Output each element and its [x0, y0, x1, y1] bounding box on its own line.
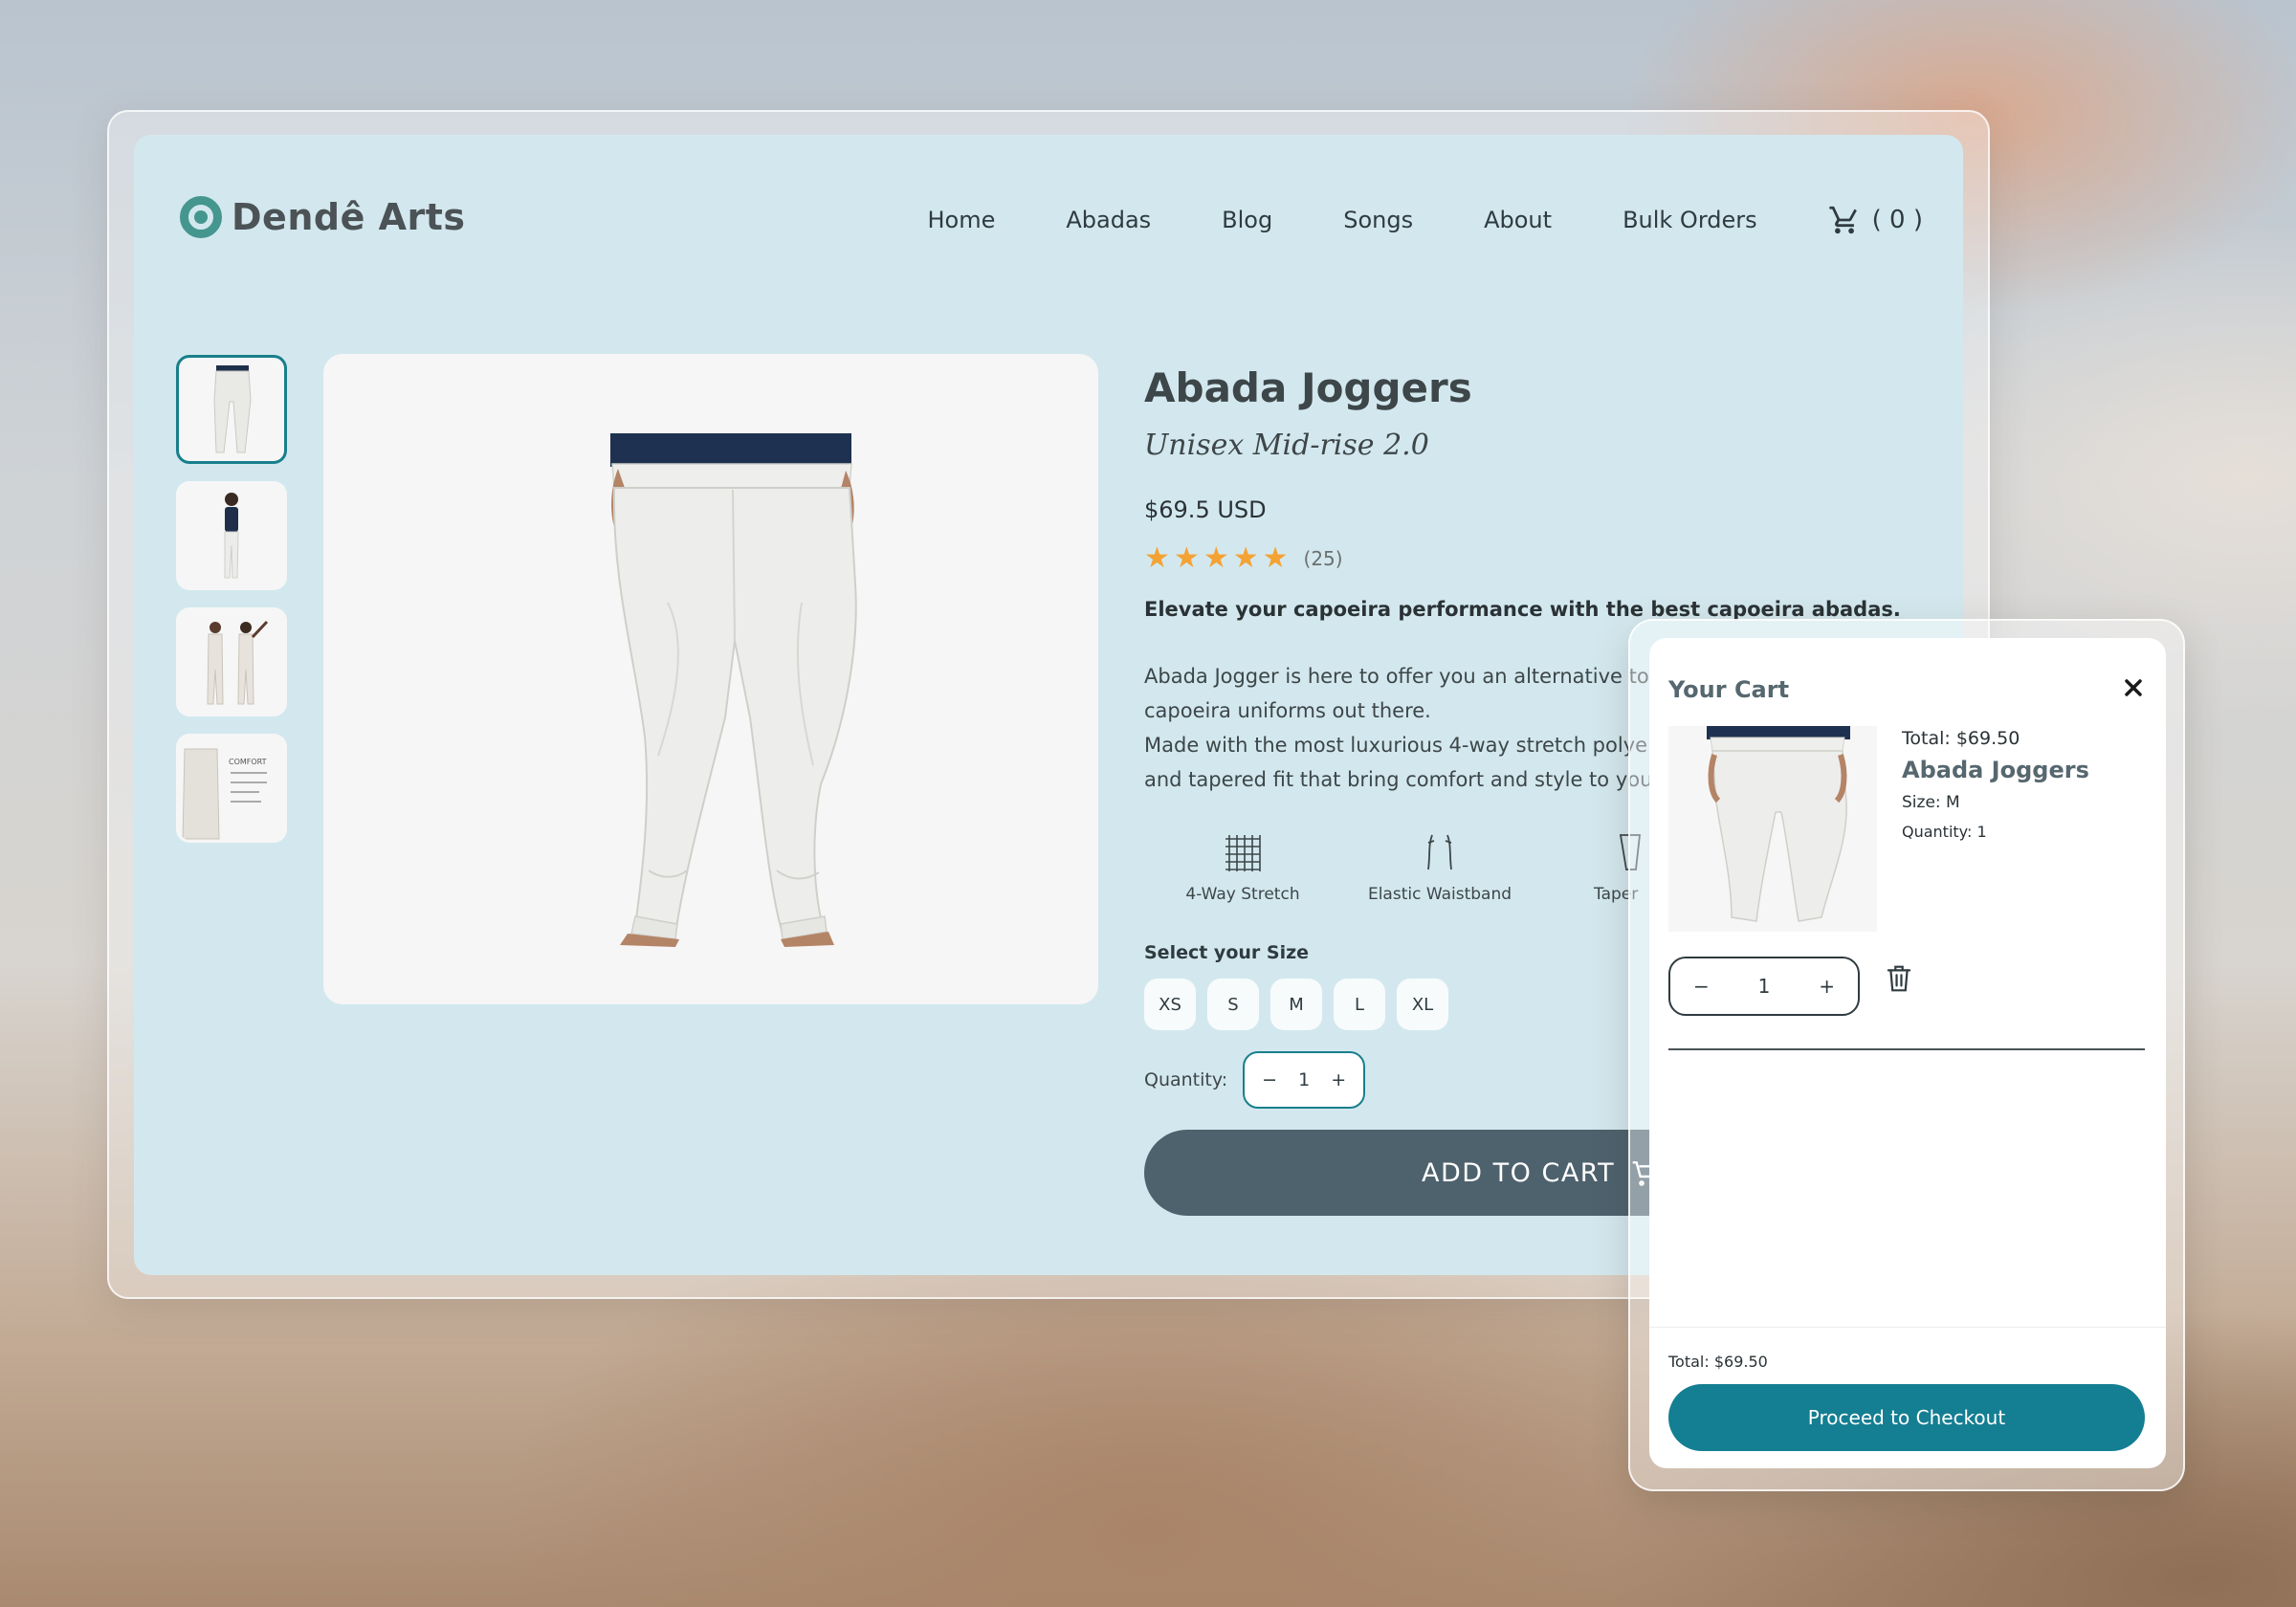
brand-name: Dendê Arts	[232, 196, 466, 238]
quantity-label: Quantity:	[1144, 1069, 1228, 1090]
review-count: (25)	[1303, 547, 1343, 570]
star-icon: ★	[1232, 541, 1259, 575]
brand-logo[interactable]: Dendê Arts	[180, 196, 466, 238]
rating[interactable]: ★ ★ ★ ★ ★ (25)	[1144, 544, 1963, 573]
nav-bulk-orders[interactable]: Bulk Orders	[1623, 207, 1757, 233]
size-l[interactable]: L	[1334, 979, 1385, 1030]
nav-cart-button[interactable]: ( 0 )	[1828, 204, 1923, 236]
nav-home[interactable]: Home	[927, 207, 995, 233]
close-icon[interactable]	[2120, 674, 2147, 701]
waistband-icon	[1427, 834, 1452, 870]
thumbnail-side[interactable]	[176, 481, 287, 590]
cart-footer-divider	[1649, 1327, 2166, 1328]
comfort-detail-image: COMFORT	[182, 748, 267, 840]
nav-about[interactable]: About	[1484, 207, 1552, 233]
feature-stretch: 4-Way Stretch	[1144, 829, 1341, 904]
fabric-grid-icon	[1225, 835, 1261, 871]
cart-item-total: Total: $69.50	[1902, 728, 2020, 749]
nav-songs[interactable]: Songs	[1343, 207, 1413, 233]
add-to-cart-label: ADD TO CART	[1422, 1157, 1616, 1188]
logo-mark-icon	[180, 196, 222, 238]
pants-front-image	[213, 365, 252, 453]
cart-item-size: Size: M	[1902, 793, 1960, 812]
thumbnail-front[interactable]	[176, 355, 287, 464]
model-side-image	[224, 493, 239, 579]
quantity-stepper: − 1 +	[1243, 1051, 1366, 1109]
shopping-cart-icon	[1829, 206, 1857, 234]
thumbnail-pair[interactable]	[176, 607, 287, 716]
star-icon: ★	[1203, 541, 1229, 575]
nav-abadas[interactable]: Abadas	[1066, 207, 1151, 233]
cart-item-image	[1668, 726, 1877, 932]
two-models-image	[207, 620, 269, 705]
product-lead: Elevate your capoeira performance with t…	[1144, 598, 1901, 621]
product-price: $69.5 USD	[1144, 496, 1267, 523]
main-product-image	[323, 354, 1098, 1004]
feature-label: 4-Way Stretch	[1185, 885, 1300, 904]
comfort-label: COMFORT	[229, 758, 267, 766]
size-xs[interactable]: XS	[1144, 979, 1196, 1030]
cart-title: Your Cart	[1668, 676, 1790, 703]
size-xl[interactable]: XL	[1397, 979, 1448, 1030]
quantity-increase-button[interactable]: +	[1331, 1069, 1346, 1090]
product-subtitle: Unisex Mid-rise 2.0	[1144, 429, 1429, 462]
joggers-photo	[610, 433, 857, 947]
cart-item-quantity: Quantity: 1	[1902, 823, 1987, 841]
cart-quantity-stepper: − 1 +	[1668, 957, 1860, 1016]
cart-drawer: Your Cart Total: $69.50 Abada Joggers Si…	[1649, 638, 2166, 1468]
cart-count: ( 0 )	[1871, 206, 1923, 234]
thumbnail-list: COMFORT	[176, 355, 287, 843]
trash-icon[interactable]	[1885, 963, 1913, 994]
quantity-value[interactable]: 1	[1298, 1069, 1310, 1090]
cart-quantity-value[interactable]: 1	[1758, 975, 1771, 998]
feature-waistband: Elastic Waistband	[1341, 829, 1538, 904]
nav-blog[interactable]: Blog	[1222, 207, 1272, 233]
cart-item-name[interactable]: Abada Joggers	[1902, 757, 2089, 783]
cart-quantity-increase-button[interactable]: +	[1819, 975, 1835, 998]
size-m[interactable]: M	[1270, 979, 1322, 1030]
feature-label: Elastic Waistband	[1367, 885, 1512, 904]
product-title: Abada Joggers	[1144, 364, 1472, 411]
size-s[interactable]: S	[1207, 979, 1259, 1030]
joggers-thumbnail	[1707, 726, 1850, 922]
thumbnail-comfort[interactable]: COMFORT	[176, 734, 287, 843]
cart-quantity-decrease-button[interactable]: −	[1693, 975, 1710, 998]
cart-divider	[1668, 1048, 2145, 1050]
quantity-decrease-button[interactable]: −	[1262, 1069, 1277, 1090]
proceed-to-checkout-button[interactable]: Proceed to Checkout	[1668, 1384, 2145, 1451]
cart-footer-total: Total: $69.50	[1668, 1353, 1768, 1371]
main-nav: Home Abadas Blog Songs About Bulk Orders…	[927, 204, 1923, 236]
star-icon: ★	[1173, 541, 1200, 575]
star-icon: ★	[1144, 541, 1170, 575]
star-icon: ★	[1262, 541, 1289, 575]
